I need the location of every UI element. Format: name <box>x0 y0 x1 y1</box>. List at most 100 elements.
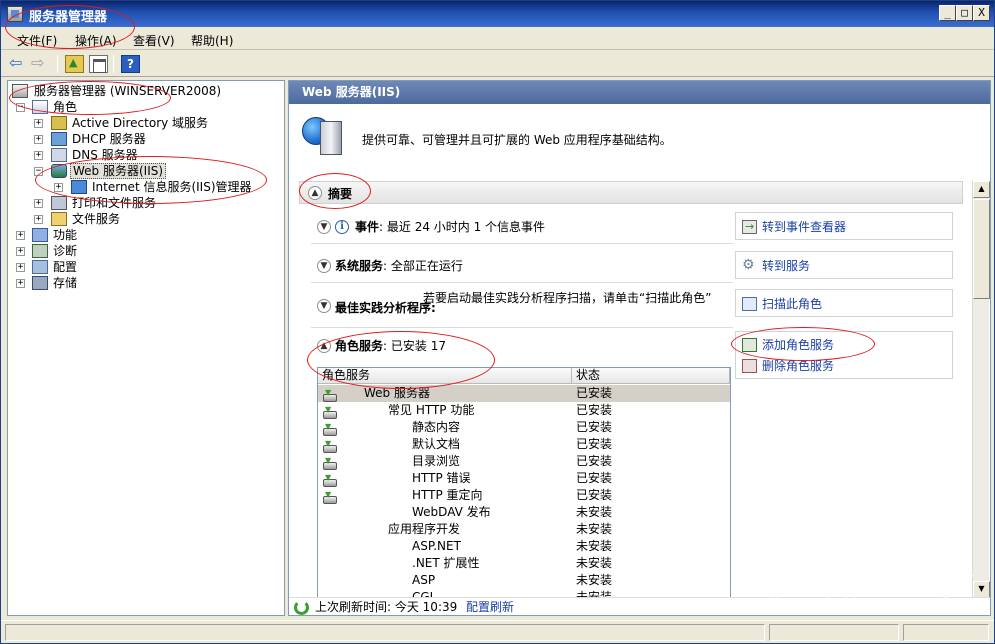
expand-icon[interactable]: + <box>16 247 25 256</box>
tree-node-configuration[interactable]: + 配置 <box>16 259 216 275</box>
scroll-thumb[interactable] <box>973 199 990 299</box>
role-service-status: 未安装 <box>576 556 613 570</box>
expand-icon[interactable]: + <box>16 279 25 288</box>
back-arrow-icon[interactable]: ⇦ <box>9 55 28 73</box>
expand-icon[interactable]: + <box>34 135 43 144</box>
close-button[interactable]: X <box>973 5 990 21</box>
role-service-status: 未安装 <box>576 522 613 536</box>
table-row[interactable]: 目录浏览 已安装 <box>318 452 730 470</box>
role-service-name: 默认文档 <box>412 437 461 451</box>
events-actions: 转到事件查看器 <box>735 212 953 240</box>
divider <box>311 282 733 283</box>
role-services-actions: 添加角色服务 删除角色服务 <box>735 331 953 379</box>
table-row[interactable]: Web 服务器 已安装 <box>318 384 730 402</box>
table-row[interactable]: ASP 未安装 <box>318 572 730 589</box>
table-row[interactable]: ASP.NET 未安装 <box>318 538 730 555</box>
vertical-scrollbar[interactable]: ▲ ▼ <box>972 181 990 598</box>
role-services-table: 角色服务 状态 Web 服务器已安装常见 HTTP 功能已安装静态内容已安装默认… <box>317 367 731 615</box>
status-segment <box>769 624 899 641</box>
table-row[interactable]: HTTP 重定向 已安装 <box>318 486 730 504</box>
tree-node-file-services[interactable]: + 文件服务 <box>34 211 274 227</box>
tree-node-dhcp[interactable]: + DHCP 服务器 <box>34 131 274 147</box>
menu-bar: 文件(F) 操作(A) 查看(V) 帮助(H) <box>1 28 994 50</box>
best-practices-section: ▼ 最佳实践分析程序: 若要启动最佳实践分析程序扫描，请单击“扫描此角色” <box>311 289 731 325</box>
events-section: ▼ i 事件: 最近 24 小时内 1 个信息事件 <box>311 212 731 242</box>
role-service-status: 已安装 <box>576 454 613 468</box>
expand-icon[interactable]: + <box>16 263 25 272</box>
tree-node-dns[interactable]: + DNS 服务器 <box>34 147 274 163</box>
refresh-icon <box>294 600 309 615</box>
column-header-status[interactable]: 状态 <box>572 368 730 384</box>
best-practices-actions: 扫描此角色 <box>735 289 953 317</box>
collapse-icon[interactable]: − <box>16 103 25 112</box>
minimize-button[interactable]: _ <box>939 5 956 21</box>
features-icon <box>32 228 48 242</box>
table-row[interactable]: HTTP 错误 已安装 <box>318 469 730 487</box>
expand-icon[interactable]: + <box>16 231 25 240</box>
forward-arrow-icon[interactable]: ⇨ <box>31 55 50 73</box>
printer-icon <box>51 196 67 210</box>
tree-node-print-file-services[interactable]: + 打印和文件服务 <box>34 195 274 211</box>
tree-node-roles[interactable]: − 角色 <box>16 99 216 115</box>
tree-node-web-server[interactable]: − Web 服务器(IIS) <box>34 163 274 179</box>
tree-node-diagnostics[interactable]: + 诊断 <box>16 243 216 259</box>
help-icon[interactable]: ? <box>121 55 140 73</box>
role-services-text: : 已安装 17 <box>383 339 446 353</box>
expand-icon[interactable]: + <box>34 199 43 208</box>
dhcp-icon <box>51 132 67 146</box>
divider <box>311 327 733 328</box>
expand-icon[interactable]: + <box>54 183 63 192</box>
role-service-status: 未安装 <box>576 573 613 587</box>
tree-node-iis-manager[interactable]: + Internet 信息服务(IIS)管理器 <box>54 179 284 195</box>
role-service-status: 已安装 <box>576 471 613 485</box>
menu-action[interactable]: 操作(A) <box>75 32 117 49</box>
scroll-down-arrow-icon[interactable]: ▼ <box>973 581 990 598</box>
role-service-status: 未安装 <box>576 505 613 519</box>
expand-icon[interactable]: + <box>34 215 43 224</box>
table-row[interactable]: .NET 扩展性 未安装 <box>318 555 730 572</box>
menu-file[interactable]: 文件(F) <box>17 32 57 49</box>
role-description: 提供可靠、可管理并且可扩展的 Web 应用程序基础结构。 <box>362 133 672 147</box>
expand-chevron-icon[interactable]: ▼ <box>317 259 331 273</box>
show-hide-console-tree-icon[interactable] <box>89 55 108 73</box>
web-server-role-icon <box>302 113 348 159</box>
expand-chevron-icon[interactable]: ▼ <box>317 220 331 234</box>
tree-node-features[interactable]: + 功能 <box>16 227 216 243</box>
summary-section-header[interactable]: ▲ 摘要 <box>299 181 963 204</box>
table-row[interactable]: WebDAV 发布 未安装 <box>318 504 730 521</box>
tree-node-storage[interactable]: + 存储 <box>16 275 216 291</box>
restore-button[interactable]: □ <box>956 5 973 21</box>
collapse-icon[interactable]: − <box>34 167 43 176</box>
table-row[interactable]: 应用程序开发 未安装 <box>318 521 730 538</box>
tree-node-active-directory[interactable]: + Active Directory 域服务 <box>34 115 274 131</box>
scroll-up-arrow-icon[interactable]: ▲ <box>973 181 990 198</box>
info-icon: i <box>335 220 349 234</box>
system-services-title: 系统服务 <box>335 259 384 273</box>
window-title: 服务器管理器 <box>29 10 108 25</box>
role-services-section: ▲ 角色服务: 已安装 17 <box>311 331 731 361</box>
scan-icon <box>742 297 757 311</box>
installed-role-service-icon <box>322 401 337 419</box>
installed-role-service-icon <box>322 452 337 470</box>
events-title: 事件 <box>355 220 380 234</box>
menu-view[interactable]: 查看(V) <box>133 32 175 49</box>
expand-icon[interactable]: + <box>34 119 43 128</box>
up-one-level-icon[interactable] <box>65 55 84 73</box>
table-row[interactable]: 默认文档 已安装 <box>318 435 730 453</box>
collapse-chevron-icon[interactable]: ▲ <box>308 186 322 200</box>
expand-chevron-icon[interactable]: ▼ <box>317 299 331 313</box>
role-service-status: 已安装 <box>576 437 613 451</box>
column-header-role-service[interactable]: 角色服务 <box>318 368 572 384</box>
table-row[interactable]: 常见 HTTP 功能 已安装 <box>318 401 730 419</box>
installed-role-service-icon <box>322 435 337 453</box>
table-row[interactable]: 静态内容 已安装 <box>318 418 730 436</box>
status-segment <box>5 624 765 641</box>
expand-icon[interactable]: + <box>34 151 43 160</box>
menu-help[interactable]: 帮助(H) <box>191 32 233 49</box>
title-bar[interactable]: 服务器管理器 _ □ X <box>1 1 994 27</box>
collapse-chevron-icon[interactable]: ▲ <box>317 339 331 353</box>
active-directory-icon <box>51 116 67 130</box>
server-manager-app-icon <box>7 6 23 22</box>
configure-refresh-link[interactable]: 配置刷新 <box>466 598 514 615</box>
role-service-name: WebDAV 发布 <box>412 505 491 519</box>
